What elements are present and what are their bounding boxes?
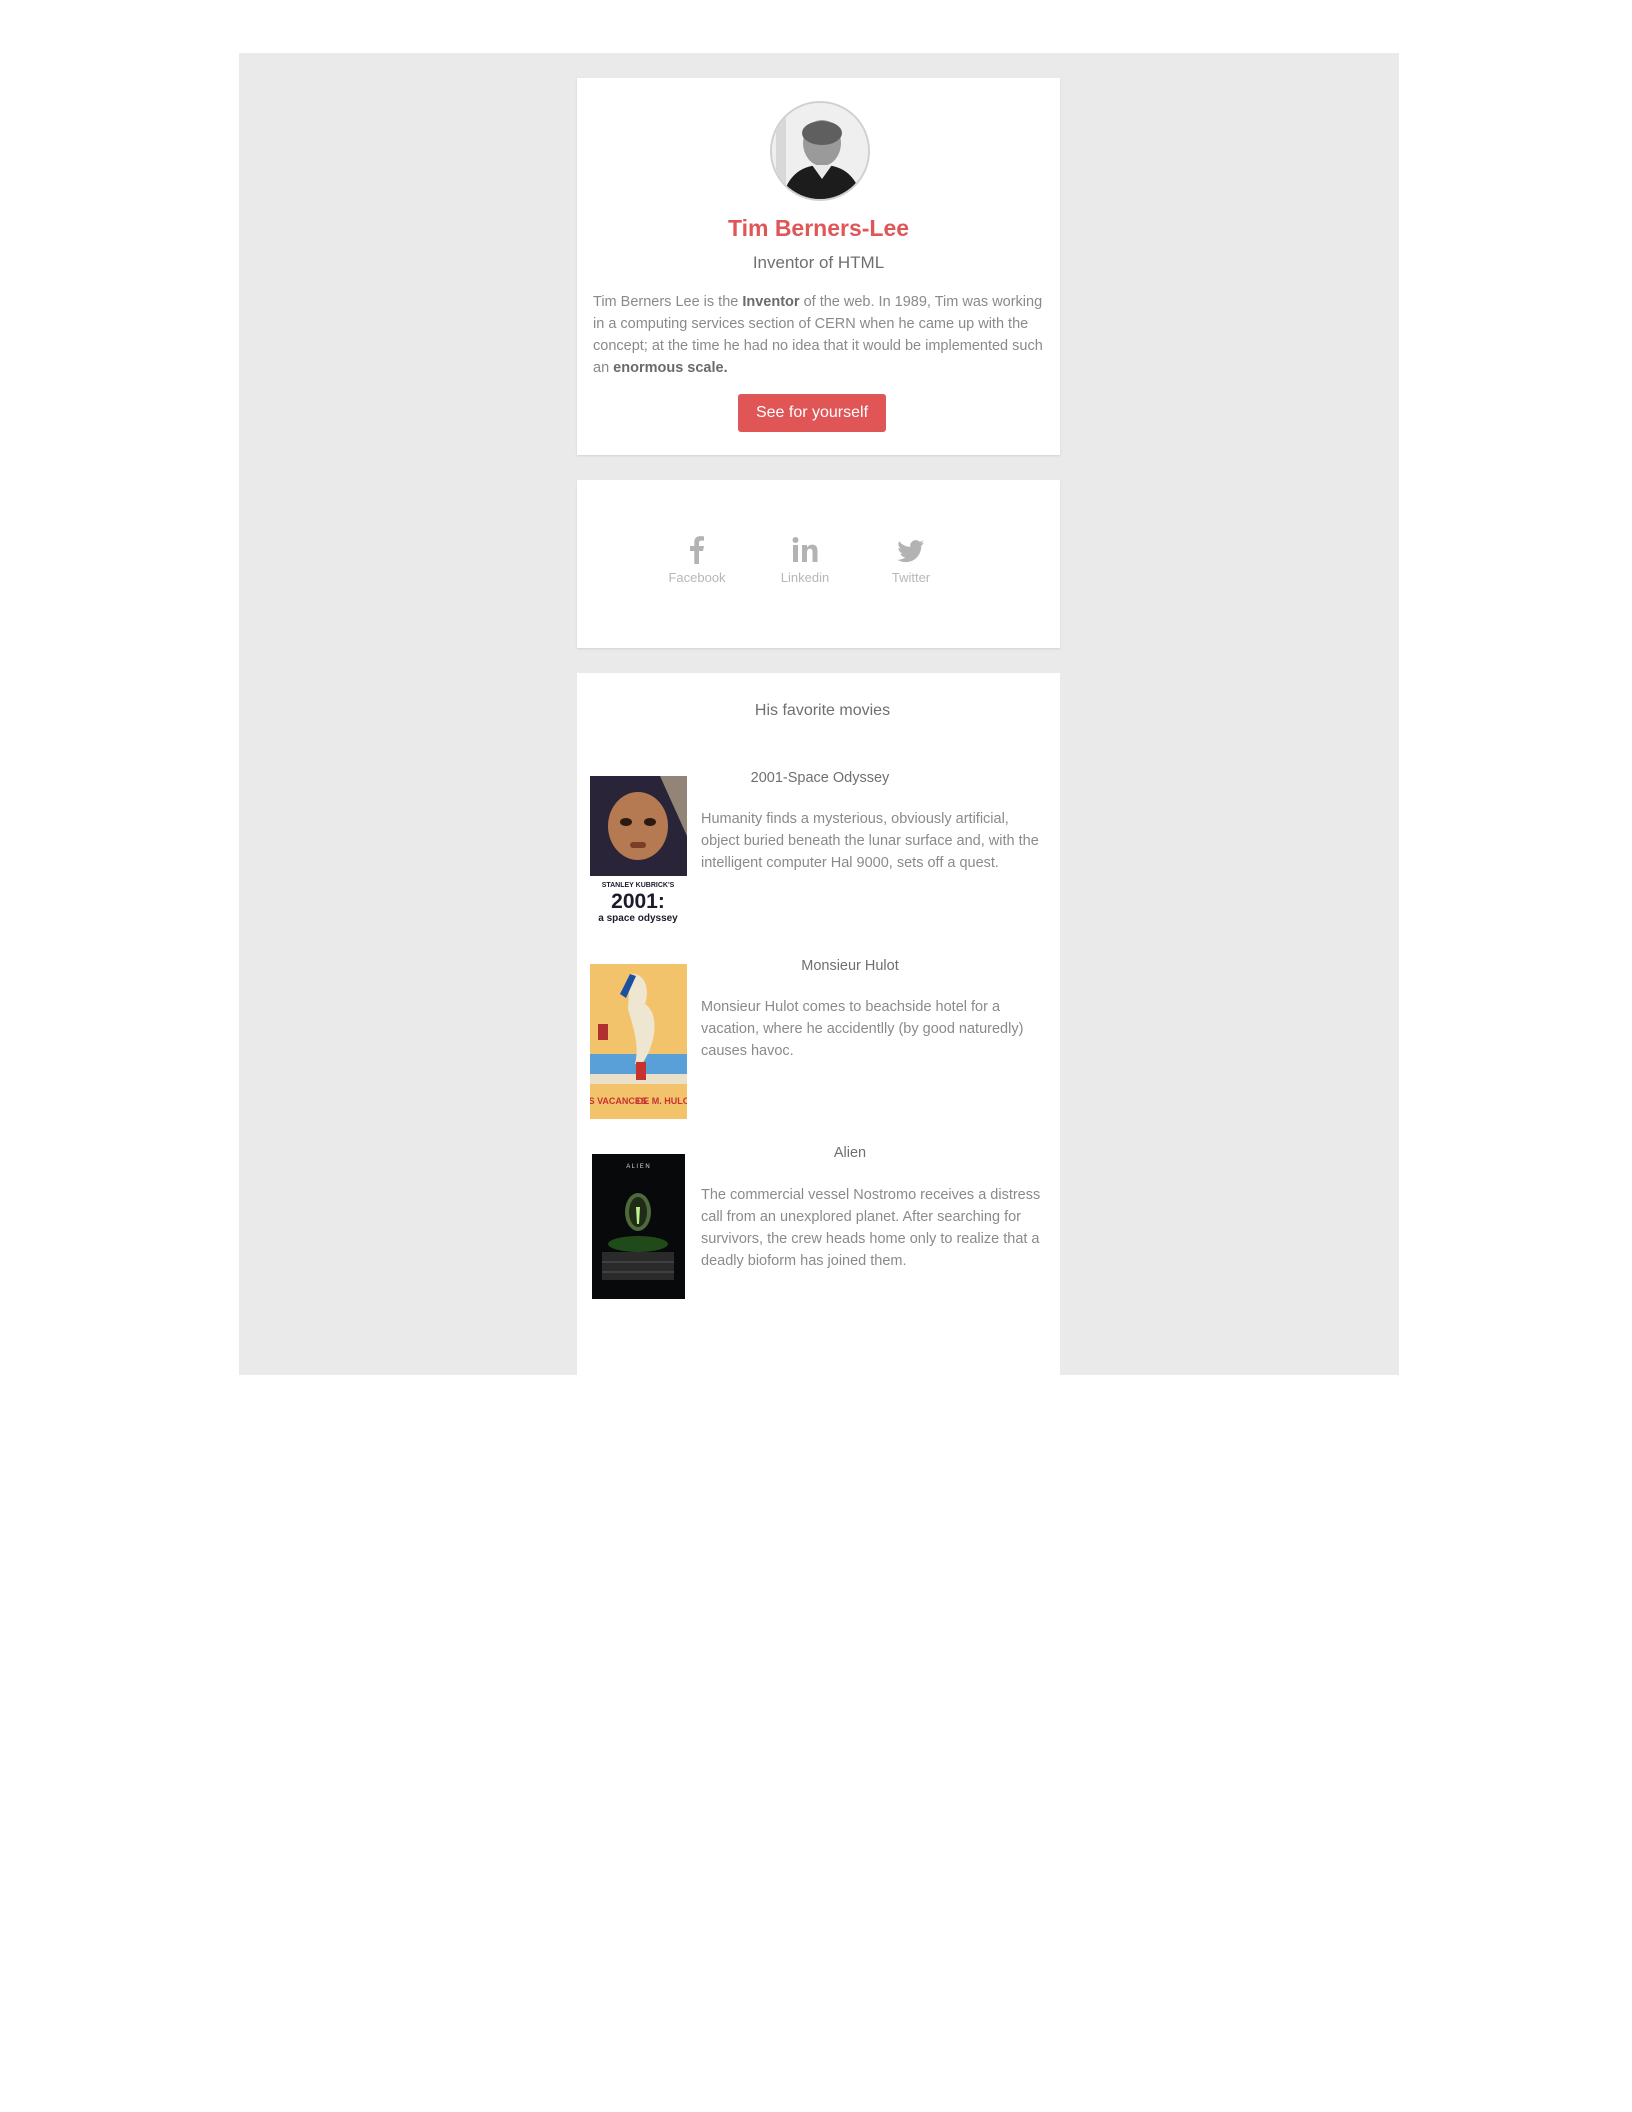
movie-item: STANLEY KUBRICK'S 2001: a space odyssey … xyxy=(590,762,1050,931)
profile-subtitle: Inventor of HTML xyxy=(752,253,885,272)
bio-bold-inventor: Inventor xyxy=(742,294,800,310)
see-for-yourself-button[interactable]: See for yourself xyxy=(738,394,886,432)
social-link-twitter[interactable]: Twitter xyxy=(866,536,956,585)
bio-text: Tim Berners Lee is the xyxy=(593,294,743,310)
avatar xyxy=(770,101,870,201)
movie-poster-2001: STANLEY KUBRICK'S 2001: a space odyssey xyxy=(590,776,687,931)
movie-description: Humanity finds a mysterious, obviously a… xyxy=(701,811,1039,871)
profile-name: Tim Berners-Lee xyxy=(727,215,910,241)
social-label: Linkedin xyxy=(780,570,830,585)
poster-title: 2001: xyxy=(611,890,665,913)
movie-title: Monsieur Hulot xyxy=(801,958,899,974)
poster-title: A L I E N xyxy=(626,1164,649,1170)
movie-description: Monsieur Hulot comes to beachside hotel … xyxy=(701,999,1024,1059)
poster-subtitle: a space odyssey xyxy=(598,913,678,924)
movies-heading: His favorite movies xyxy=(754,702,891,719)
poster-text: DE M. HULOT xyxy=(637,1096,687,1106)
twitter-icon xyxy=(866,536,956,566)
movie-title: 2001-Space Odyssey xyxy=(750,770,890,786)
movie-item: A L I E N Alien The commercial vessel No… xyxy=(590,1138,1050,1307)
social-label: Facebook xyxy=(668,570,726,585)
movie-description: The commercial vessel Nostromo receives … xyxy=(701,1187,1041,1269)
profile-card: Tim Berners-Lee Inventor of HTML Tim Ber… xyxy=(577,78,1060,455)
poster-credit: STANLEY KUBRICK'S xyxy=(602,882,675,889)
facebook-icon xyxy=(652,536,742,566)
movie-title: Alien xyxy=(833,1145,867,1161)
movie-poster-hulot: LES VACANCES DE M. HULOT xyxy=(590,964,687,1119)
profile-bio: Tim Berners Lee is the Inventor of the w… xyxy=(593,291,1045,379)
movie-item: LES VACANCES DE M. HULOT Monsieur Hulot … xyxy=(590,950,1050,1119)
social-link-facebook[interactable]: Facebook xyxy=(652,536,742,585)
movies-card: His favorite movies STANLEY KUBRICK'S 20… xyxy=(577,673,1060,1375)
linkedin-icon xyxy=(760,536,850,566)
social-card: Facebook Linkedin Twitter xyxy=(577,480,1060,648)
social-link-linkedin[interactable]: Linkedin xyxy=(760,536,850,585)
bio-bold-scale: enormous scale. xyxy=(613,360,728,376)
social-label: Twitter xyxy=(891,570,931,585)
movie-poster-alien: A L I E N xyxy=(590,1152,687,1307)
